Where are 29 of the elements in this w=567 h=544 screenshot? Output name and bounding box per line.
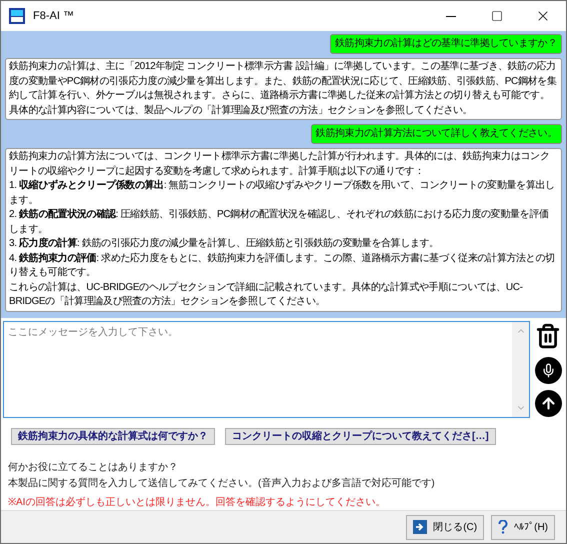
info-text: 本製品に関する質問を入力して送信してみてください。(音声入力および多言語で対応可能です): [8, 477, 436, 491]
app-logo-icon: [9, 8, 25, 24]
scrollbar[interactable]: [512, 322, 529, 417]
trash-button[interactable]: [534, 321, 562, 351]
microphone-icon: [540, 363, 556, 378]
microphone-button[interactable]: [534, 357, 562, 384]
info-text: 何かお役に立てることはありますか？: [8, 461, 179, 475]
trash-icon: [535, 323, 561, 349]
maximize-icon: [491, 10, 503, 22]
question-icon: [498, 520, 508, 534]
button-label: 閉じる(C): [433, 520, 478, 534]
send-button[interactable]: [534, 390, 562, 417]
window-title: F8-AI ™: [33, 8, 74, 24]
message-paragraph: 鉄筋拘束力の計算方法については、コンクリート標準示方書に準拠した計算が行われます。具体的には、鉄筋拘束力はコンクリートの収縮やクリープに起因する変動を考慮して求められます。計算手順は以下の通りです：: [9, 150, 550, 178]
message-paragraph: 1. 収縮ひずみとクリープ係数の算出: 無筋コンクリートの収縮ひずみやクリープ係数を用いて、コンクリートの変動量を算出します。: [9, 179, 556, 208]
suggestion-button[interactable]: コンクリートの収縮とクリープについて教えてくださ[…]: [225, 428, 496, 445]
message-paragraph: これらの計算は、UC-BRIDGEのヘルプセクションで詳細に記載されています。具体的な計算式や手順については、UC-BRIDGEの「計算理論及び照査の方法」セクションを参照してください。: [9, 280, 524, 309]
close-dialog-button[interactable]: 閉じる(C): [406, 514, 484, 540]
exit-icon: [413, 520, 428, 534]
help-button[interactable]: ﾍﾙﾌﾟ(H): [491, 514, 555, 540]
suggestion-button[interactable]: 鉄筋拘束力の具体的な計算式は何ですか？: [11, 428, 215, 445]
warning-text: ※AIの回答は必ずしも正しいとは限りません。回答を確認するようにしてください。: [8, 496, 386, 510]
button-label: ﾍﾙﾌﾟ(H): [514, 520, 548, 534]
message-paragraph: 4. 鉄筋拘束力の評価: 求めた応力度をもとに、鉄筋拘束力を評価します。この際、道路橋示方書に基づく従来の計算方法との切り替えも可能です。: [9, 252, 556, 280]
message-paragraph: 2. 鉄筋の配置状況の確認: 圧縮鉄筋、引張鉄筋、PC鋼材の配置状況を確認し、それぞれの鉄筋における応力度の変動量を評価します。: [9, 208, 550, 236]
message-paragraph: 鉄筋拘束力の計算は、主に「2012年制定 コンクリート標準示方書 設計編」に準拠しています。この基準に基づき、鉄筋の応力度の変動量やPC鋼材の引張応力度の減少量を算出します。また、鉄筋の配置状況に応じて、圧縮鉄筋、引張鉄筋、PC鋼材を集約して計算を行い、外ケーブルは無視されます。さらに、道路橋示方書に準拠した従来の計算方法との切り替えも可能です。具体的な計算内容については、製品ヘルプの「計算理論及び照査の方法」セクションを参照してください。: [9, 60, 558, 118]
message-paragraph: 3. 応力度の計算: 鉄筋の引張応力度の減少量を計算し、圧縮鉄筋と引張鉄筋の変動量を合算します。: [9, 237, 440, 251]
user-message: 鉄筋拘束力の計算はどの基準に準拠していますか？: [330, 34, 562, 54]
user-message: 鉄筋拘束力の計算方法について詳しく教えてください。: [310, 124, 562, 144]
